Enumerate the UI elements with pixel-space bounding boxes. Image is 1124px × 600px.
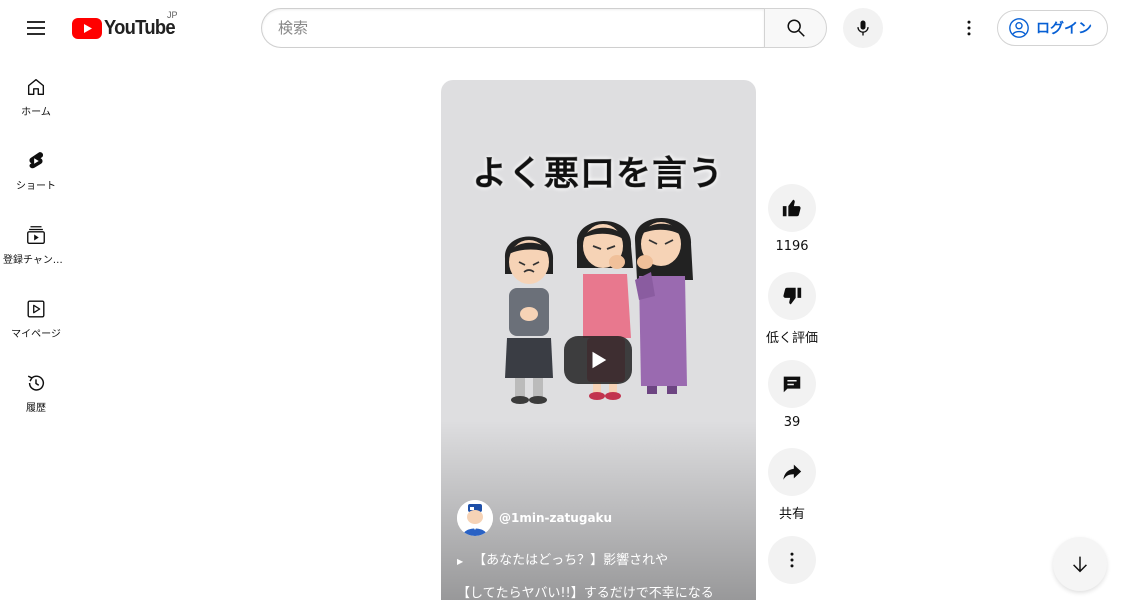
- more-action: [767, 536, 817, 584]
- sidebar-item-you[interactable]: マイページ: [0, 278, 72, 352]
- video-overlay-title: よく悪口を言う: [472, 154, 725, 195]
- shorts-icon: [29, 152, 44, 169]
- share-button[interactable]: [768, 448, 816, 496]
- more-vert-icon: [790, 552, 794, 568]
- share-action: 共有: [767, 448, 817, 522]
- voice-search-button[interactable]: [843, 8, 883, 48]
- channel-name[interactable]: @1min-zatugaku: [499, 511, 612, 525]
- account-circle-icon: [1009, 18, 1029, 38]
- thumbs-down-icon: [783, 287, 802, 305]
- sidebar-item-shorts[interactable]: ショート: [0, 130, 72, 204]
- guide-menu-button[interactable]: [16, 8, 56, 48]
- login-label: ログイン: [1036, 21, 1092, 37]
- sidebar-item-label: ショート: [16, 181, 56, 192]
- search-input[interactable]: [261, 8, 764, 48]
- search-button[interactable]: [764, 8, 827, 48]
- search-icon: [786, 19, 805, 37]
- video-description-line-1[interactable]: ▶ 【あなたはどっち？】影響されや: [457, 549, 668, 568]
- you-icon: [27, 300, 45, 318]
- play-icon: [592, 351, 607, 369]
- share-icon: [783, 464, 802, 480]
- gossiping-woman-purple-figure: [634, 217, 693, 394]
- search-box: [261, 8, 827, 48]
- shorts-player[interactable]: よく悪口を言う @1min-zatugaku ▶ 【あなたはどっち？】影響されや…: [441, 80, 756, 600]
- settings-menu-button[interactable]: [949, 8, 989, 48]
- sidebar-item-home[interactable]: ホーム: [0, 56, 72, 130]
- channel-row[interactable]: @1min-zatugaku: [457, 500, 612, 536]
- dislike-label: 低く評価: [766, 331, 819, 346]
- share-label: 共有: [778, 507, 805, 522]
- sidebar-item-label: ホーム: [21, 107, 51, 118]
- home-icon: [27, 78, 45, 96]
- comment-count: 39: [783, 415, 801, 430]
- dislike-button[interactable]: [768, 272, 816, 320]
- mini-guide: ホーム ショート 登録チャンネル マイページ 履歴: [0, 56, 72, 426]
- video-description-line-2[interactable]: 【してたらヤバい!!】するだけで不幸になる: [457, 582, 714, 600]
- masthead: YouTube JP ログイン: [0, 0, 1124, 56]
- sad-woman-figure: [504, 236, 554, 404]
- channel-avatar[interactable]: [457, 500, 493, 536]
- sidebar-item-label: マイページ: [11, 329, 61, 340]
- dislike-action: 低く評価: [766, 272, 819, 346]
- history-icon: [27, 375, 45, 391]
- youtube-play-logo-icon: [72, 17, 102, 39]
- subscriptions-icon: [27, 226, 45, 244]
- region-code: JP: [167, 10, 178, 20]
- sidebar-item-subscriptions[interactable]: 登録チャンネル: [0, 204, 72, 278]
- channel-avatar-icon: [457, 500, 493, 536]
- comment-icon: [783, 376, 801, 393]
- comment-action: 39: [767, 360, 817, 433]
- like-action: 1196: [767, 184, 817, 257]
- play-button[interactable]: [564, 336, 632, 384]
- youtube-logo[interactable]: YouTube: [72, 14, 181, 42]
- hamburger-icon: [27, 21, 45, 35]
- logo-wordmark: YouTube: [104, 16, 176, 39]
- like-count: 1196: [775, 239, 809, 254]
- description-text: 【あなたはどっち？】影響されや: [473, 553, 669, 568]
- more-actions-button[interactable]: [768, 536, 816, 584]
- next-video-button[interactable]: [1053, 537, 1107, 591]
- comments-button[interactable]: [768, 360, 816, 408]
- sidebar-item-label: 登録チャンネル: [3, 255, 69, 266]
- login-button[interactable]: ログイン: [997, 10, 1108, 46]
- sidebar-item-history[interactable]: 履歴: [0, 352, 72, 426]
- like-button[interactable]: [768, 184, 816, 232]
- more-vert-icon: [967, 20, 971, 36]
- microphone-icon: [857, 20, 869, 36]
- sidebar-item-label: 履歴: [26, 403, 46, 414]
- thumbs-up-icon: [782, 199, 801, 217]
- arrow-down-icon: [1073, 556, 1087, 573]
- expand-arrow-icon: ▶: [457, 557, 464, 566]
